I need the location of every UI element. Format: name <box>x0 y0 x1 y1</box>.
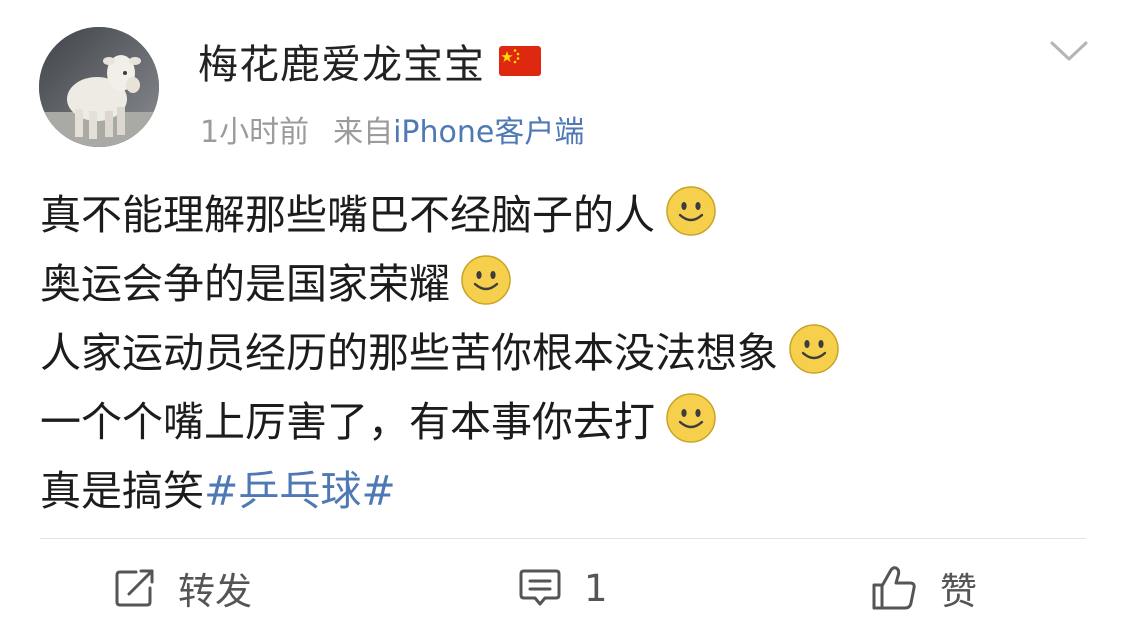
author-name-row: 梅花鹿爱龙宝宝 <box>198 36 541 88</box>
post-line-text: 真是搞笑 <box>40 466 204 515</box>
author-name[interactable]: 梅花鹿爱龙宝宝 <box>198 32 485 90</box>
post-line-text: 真不能理解那些嘴巴不经脑子的人 <box>40 190 655 239</box>
post-line: 奥运会争的是国家荣耀 <box>40 245 1100 314</box>
source-app-link[interactable]: iPhone客户端 <box>393 107 584 151</box>
post-line-text: 人家运动员经历的那些苦你根本没法想象 <box>40 328 778 377</box>
post-time: 1小时前 <box>200 115 310 150</box>
comment-button[interactable]: 1 <box>518 560 608 616</box>
repost-label: 转发 <box>178 570 252 613</box>
smiley-icon <box>666 185 716 236</box>
avatar[interactable] <box>39 27 159 147</box>
comment-count: 1 <box>584 566 608 610</box>
repost-button[interactable]: 转发 <box>114 560 252 616</box>
chevron-down-icon[interactable] <box>1049 38 1089 64</box>
post-line: 人家运动员经历的那些苦你根本没法想象 <box>40 314 1100 383</box>
goat-photo <box>39 27 159 147</box>
like-label: 赞 <box>940 570 977 613</box>
repost-icon <box>115 569 154 607</box>
post-content: 真不能理解那些嘴巴不经脑子的人 奥运会争的是国家荣耀 人家运动员经历的那些苦你根… <box>40 176 1100 521</box>
china-flag-icon <box>499 46 541 76</box>
thumbs-up-icon <box>872 566 916 610</box>
hashtag-link[interactable]: #乒乓球# <box>204 457 396 517</box>
post-line: 真是搞笑 #乒乓球# <box>40 452 1100 521</box>
divider <box>40 538 1086 539</box>
comment-icon <box>519 569 561 606</box>
smiley-icon <box>789 323 839 374</box>
source-prefix: 来自 <box>333 115 394 150</box>
post-line: 一个个嘴上厉害了，有本事你去打 <box>40 383 1100 452</box>
post-line-text: 奥运会争的是国家荣耀 <box>40 259 450 308</box>
post-line: 真不能理解那些嘴巴不经脑子的人 <box>40 176 1100 245</box>
smiley-icon <box>666 392 716 443</box>
post-meta: 1小时前 来自 iPhone客户端 <box>200 108 584 150</box>
smiley-icon <box>461 254 511 305</box>
post-line-text: 一个个嘴上厉害了，有本事你去打 <box>40 397 655 446</box>
like-button[interactable]: 赞 <box>870 560 977 616</box>
